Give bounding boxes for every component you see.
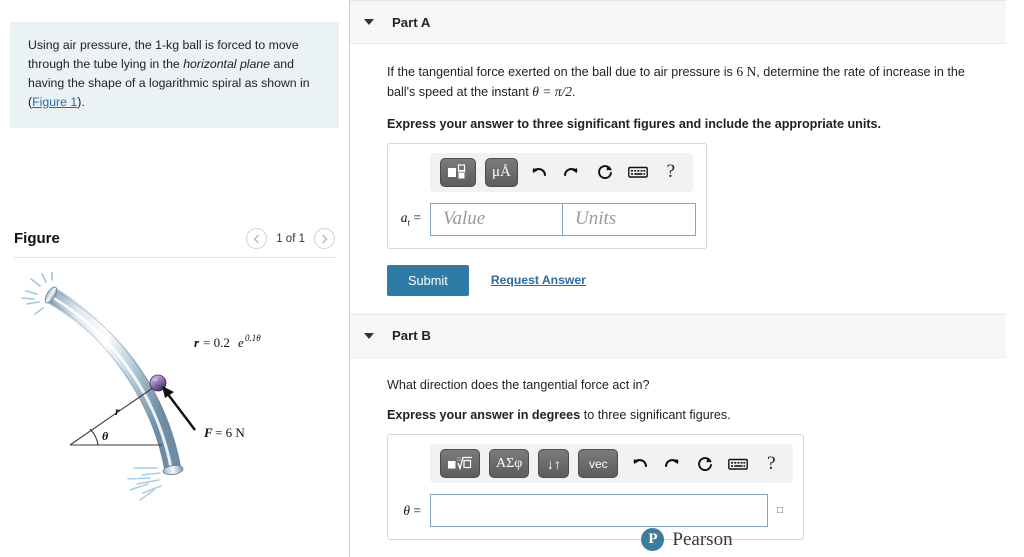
units-button-label: μÅ — [492, 163, 511, 180]
part-a-answer-widget: μÅ ? at = — [387, 142, 707, 249]
question-force-value: 6 N — [736, 64, 757, 79]
pearson-footer: P Pearson — [350, 528, 1024, 551]
part-b-body: What direction does the tangential force… — [350, 358, 1024, 541]
reset-circle-icon[interactable] — [593, 160, 617, 184]
ball-highlight — [152, 377, 158, 382]
question-end: . — [572, 85, 576, 100]
figure-divider — [14, 257, 335, 258]
equation-exponent: 0.1θ — [245, 333, 261, 343]
spiral-tube-illustration: r θ F = 6 N r = 0.2 e 0.1θ — [21, 271, 261, 501]
part-b-input-row: θ = □ — [398, 494, 793, 528]
angle-input[interactable] — [430, 494, 768, 528]
instruction-bold-part: Express your answer in degrees — [387, 408, 581, 423]
figure-next-button[interactable] — [314, 228, 335, 249]
spiral-equation-label: r = 0.2 e 0.1θ — [194, 333, 261, 350]
problem-statement: Using air pressure, the 1-kg ball is for… — [10, 22, 339, 129]
part-b-answer-widget: □ ΑΣφ ↓↑ vec ? θ = □ — [387, 434, 805, 541]
undo-arrow-icon[interactable] — [527, 160, 551, 184]
question-start: If the tangential force exerted on the b… — [387, 65, 737, 79]
equation-r: r — [194, 335, 200, 350]
part-a-actions: Submit Request Answer — [387, 264, 1004, 296]
template-icon-button[interactable] — [440, 157, 476, 187]
radical-template-icon: □ — [448, 457, 472, 472]
right-panel: Part A If the tangential force exerted o… — [350, 0, 1024, 557]
part-a-header[interactable]: Part A — [350, 0, 1006, 44]
redo-arrow-icon[interactable] — [560, 160, 584, 184]
figure-title: Figure — [14, 230, 60, 247]
vector-button[interactable]: vec — [578, 449, 619, 479]
degree-symbol: □ — [777, 505, 784, 517]
chevron-down-icon[interactable] — [364, 19, 374, 25]
radius-label: r — [115, 404, 120, 418]
keyboard-icon[interactable] — [726, 452, 750, 476]
answer-label-subscript: t — [407, 217, 410, 228]
vector-button-label: vec — [589, 456, 608, 471]
question-theta-condition: θ = π/2 — [532, 84, 572, 100]
arrows-button[interactable]: ↓↑ — [538, 449, 570, 479]
force-label: F = 6 N — [203, 425, 245, 440]
help-icon[interactable]: ? — [659, 160, 683, 184]
pearson-wordmark: Pearson — [672, 528, 733, 550]
arrows-button-label: ↓↑ — [546, 455, 561, 472]
figure-counter: 1 of 1 — [276, 232, 305, 245]
problem-text-end: ). — [77, 95, 85, 110]
problem-emphasis: horizontal plane — [183, 57, 271, 72]
part-a-instruction: Express your answer to three significant… — [387, 116, 882, 131]
pearson-logo-icon: P — [641, 528, 665, 551]
chevron-right-icon — [322, 234, 328, 243]
part-a-title: Part A — [392, 14, 431, 30]
figure-header: Figure 1 of 1 — [14, 228, 335, 249]
part-a-body: If the tangential force exerted on the b… — [350, 44, 1024, 296]
equation-base: e — [238, 335, 244, 350]
part-a-toolbar: μÅ ? — [430, 152, 693, 192]
angle-arc — [89, 428, 99, 446]
radius-line — [69, 384, 158, 446]
chevron-down-icon[interactable] — [364, 332, 374, 339]
part-b-question: What direction does the tangential force… — [387, 377, 650, 392]
part-a-input-row: at = — [398, 202, 696, 236]
units-input[interactable] — [562, 202, 696, 236]
redo-arrow-icon[interactable] — [660, 452, 684, 476]
greek-letters-button[interactable]: ΑΣφ — [489, 449, 530, 479]
part-b-header[interactable]: Part B — [350, 313, 1006, 358]
undo-arrow-icon[interactable] — [627, 452, 651, 476]
answer-label-equals: = — [413, 502, 421, 518]
part-a-question: If the tangential force exerted on the b… — [387, 62, 987, 103]
force-label-symbol: F — [203, 425, 213, 440]
submit-button[interactable]: Submit — [387, 264, 469, 296]
request-answer-link[interactable]: Request Answer — [491, 273, 586, 287]
part-b-answer-label: θ = — [398, 503, 430, 519]
problem-page: Using air pressure, the 1-kg ball is for… — [0, 0, 1024, 557]
equation-eq: = 0.2 — [203, 335, 230, 350]
part-b-title: Part B — [392, 328, 431, 343]
air-spray-bottom-icon — [127, 467, 162, 501]
angle-label: θ — [102, 429, 109, 443]
force-label-value: = 6 N — [215, 425, 245, 440]
greek-button-label: ΑΣφ — [496, 455, 523, 471]
figure-1-link[interactable]: Figure 1 — [32, 95, 77, 109]
template-icon — [448, 163, 466, 178]
answer-label-equals: = — [413, 210, 421, 226]
units-button[interactable]: μÅ — [485, 157, 518, 187]
figure-diagram: r θ F = 6 N r = 0.2 e 0.1θ — [10, 271, 340, 512]
part-b-instruction: Express your answer in degrees to three … — [387, 408, 1004, 422]
answer-label-theta: θ — [403, 502, 410, 518]
part-a-answer-label: at = — [398, 210, 430, 228]
part-b-toolbar: □ ΑΣφ ↓↑ vec ? — [430, 444, 794, 484]
figure-prev-button[interactable] — [246, 228, 268, 249]
keyboard-icon[interactable] — [626, 160, 650, 184]
svg-text:□: □ — [457, 457, 461, 463]
radical-template-button[interactable]: □ — [440, 449, 480, 479]
help-icon[interactable]: ? — [759, 452, 783, 476]
left-panel: Using air pressure, the 1-kg ball is for… — [0, 0, 350, 557]
chevron-left-icon — [253, 234, 260, 243]
value-input[interactable] — [430, 202, 562, 236]
instruction-regular-part: to three significant figures. — [580, 408, 731, 423]
figure-navigation: 1 of 1 — [246, 228, 335, 249]
reset-circle-icon[interactable] — [693, 452, 717, 476]
